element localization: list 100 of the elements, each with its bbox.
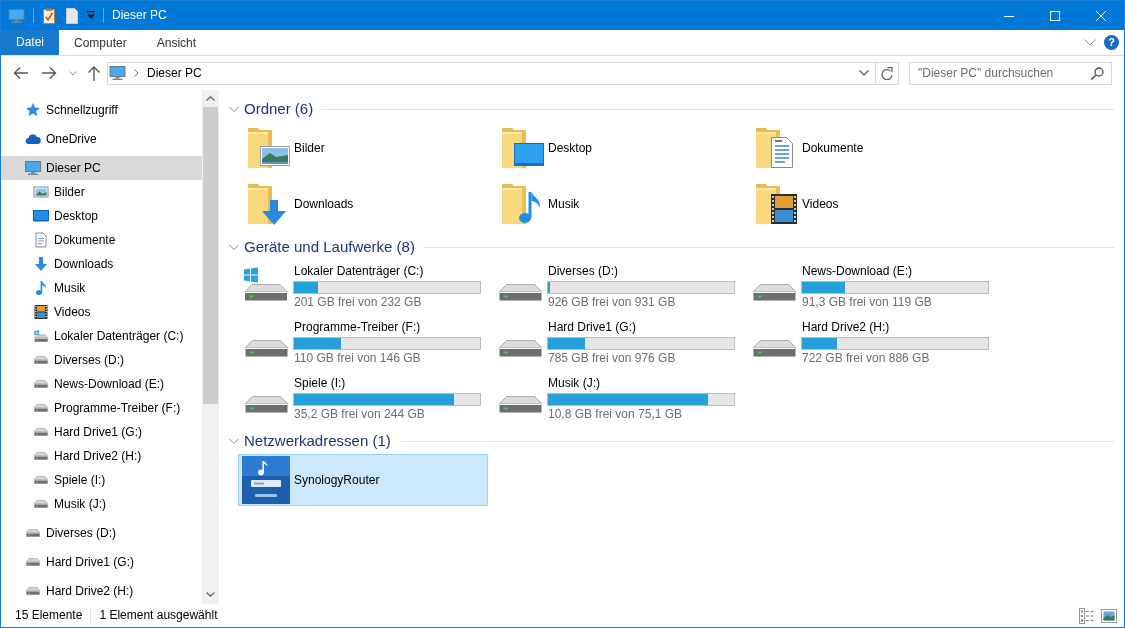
breadcrumb-item[interactable]: Dieser PC [145,65,204,81]
dropdown-arrow-icon[interactable] [87,11,95,20]
scroll-down-icon[interactable] [206,592,215,597]
details-view-icon[interactable] [1079,607,1095,624]
scroll-up-icon[interactable] [206,96,215,101]
chevron-down-icon[interactable] [69,70,77,76]
group-header[interactable]: Netzwerkadressen (1) [244,432,391,450]
tree-item[interactable]: Hard Drive2 (H:) [1,444,202,468]
film-strip-icon [33,304,49,320]
drive-item[interactable]: News-Download (E:) 91,3 GB frei von 119 GB [746,260,994,312]
folder-item[interactable]: Videos [746,178,844,230]
tree-item[interactable]: Hard Drive1 (G:) [1,420,202,444]
tree-item[interactable]: Musik [1,276,202,300]
system-drive-icon [244,267,288,301]
free-space-text: 110 GB frei von 146 GB [293,351,422,366]
tree-item[interactable]: Schnellzugriff [1,98,202,122]
nas-device-icon [242,456,290,504]
tree-item[interactable]: News-Download (E:) [1,372,202,396]
drive-item[interactable]: Hard Drive1 (G:) 785 GB frei von 976 GB [492,316,740,368]
item-count-text: 15 Elemente [15,608,83,623]
forward-icon[interactable] [41,66,57,80]
drive-icon [753,284,796,301]
document-icon [33,232,49,248]
drive-icon [34,356,48,364]
drive-icon [499,340,542,357]
chevron-right-icon[interactable] [134,69,139,77]
maximize-icon[interactable] [1050,10,1060,21]
drive-icon [26,529,40,537]
tree-item[interactable]: Musik (J:) [1,492,202,516]
tree-item[interactable]: Diverses (D:) [1,521,202,545]
drive-icon [26,558,40,566]
monitor-icon [25,160,41,176]
folder-item[interactable]: Downloads [238,178,359,230]
drive-icon [26,587,40,595]
tree-item[interactable]: Dieser PC [1,156,202,180]
tree-item[interactable]: Spiele (I:) [1,468,202,492]
cloud-icon [25,131,41,147]
tree-item[interactable]: Programme-Treiber (F:) [1,396,202,420]
ribbon-tab[interactable]: Ansicht [141,30,212,55]
back-icon[interactable] [13,66,29,80]
tree-item[interactable]: Dokumente [1,228,202,252]
folder-item[interactable]: Bilder [238,122,330,174]
group-header[interactable]: Geräte und Laufwerke (8) [244,238,415,256]
large-icons-view-icon[interactable] [1101,608,1117,623]
help-button[interactable]: ? [1104,35,1119,50]
drive-icon [245,340,288,357]
close-icon[interactable] [1096,10,1106,21]
drive-icon [245,396,288,413]
drive-icon [753,340,796,357]
drive-icon [499,396,542,413]
monitor-icon [109,65,126,81]
system-drive-icon [34,330,48,342]
drive-item[interactable]: Musik (J:) 10,8 GB frei von 75,1 GB [492,372,740,424]
folder-item[interactable]: Dokumente [746,122,869,174]
tree-item[interactable]: Hard Drive1 (G:) [1,550,202,574]
ribbon-tab[interactable]: Computer [59,30,142,55]
tree-item[interactable]: Bilder [1,180,202,204]
drive-item[interactable]: Programme-Treiber (F:) 110 GB frei von 146 GB [238,316,486,368]
clipboard-check-icon[interactable] [43,7,55,24]
up-arrow-icon[interactable] [87,65,101,81]
network-location-item[interactable]: SynologyRouter [238,454,488,506]
refresh-icon[interactable] [881,66,893,80]
tree-item[interactable]: OneDrive [1,127,202,151]
drive-item[interactable]: Hard Drive2 (H:) 722 GB frei von 886 GB [746,316,994,368]
chevron-down-icon[interactable] [859,70,869,76]
drive-icon [34,476,48,484]
free-space-text: 785 GB frei von 976 GB [547,351,677,366]
tree-item[interactable]: Lokaler Datenträger (C:) [1,324,202,348]
desktop-icon [33,208,49,224]
file-menu-button[interactable]: Datei [1,30,59,55]
picture-icon [33,184,49,200]
free-space-text: 35,2 GB frei von 244 GB [293,407,426,422]
tree-item[interactable]: Downloads [1,252,202,276]
drive-item[interactable]: Lokaler Datenträger (C:) 201 GB frei von 232 GB [238,260,486,312]
tree-item[interactable]: Hard Drive2 (H:) [1,579,202,603]
folder-item[interactable]: Desktop [492,122,598,174]
search-field[interactable]: "Dieser PC" durchsuchen [909,61,1112,85]
tree-item[interactable]: Desktop [1,204,202,228]
free-space-text: 91,3 GB frei von 119 GB [801,295,933,310]
tree-item[interactable]: Diverses (D:) [1,348,202,372]
drive-icon [34,452,48,460]
music-note-icon [33,280,49,296]
address-bar[interactable]: Dieser PC [107,61,899,85]
download-arrow-icon [33,256,49,272]
drive-icon [34,404,48,412]
selection-text: 1 Element ausgewählt [99,608,218,623]
star-icon [25,102,41,118]
page-icon[interactable] [66,7,78,24]
group-header[interactable]: Ordner (6) [244,100,314,118]
free-space-text: 926 GB frei von 931 GB [547,295,677,310]
drive-icon [499,284,542,301]
drive-item[interactable]: Spiele (I:) 35,2 GB frei von 244 GB [238,372,486,424]
scrollbar-thumb[interactable] [203,107,218,404]
free-space-text: 10,8 GB frei von 75,1 GB [547,407,684,422]
search-icon[interactable] [1091,66,1104,80]
drive-item[interactable]: Diverses (D:) 926 GB frei von 931 GB [492,260,740,312]
window-title: Dieser PC [112,8,167,23]
drive-icon [34,380,48,388]
tree-item[interactable]: Videos [1,300,202,324]
folder-item[interactable]: Musik [492,178,585,230]
